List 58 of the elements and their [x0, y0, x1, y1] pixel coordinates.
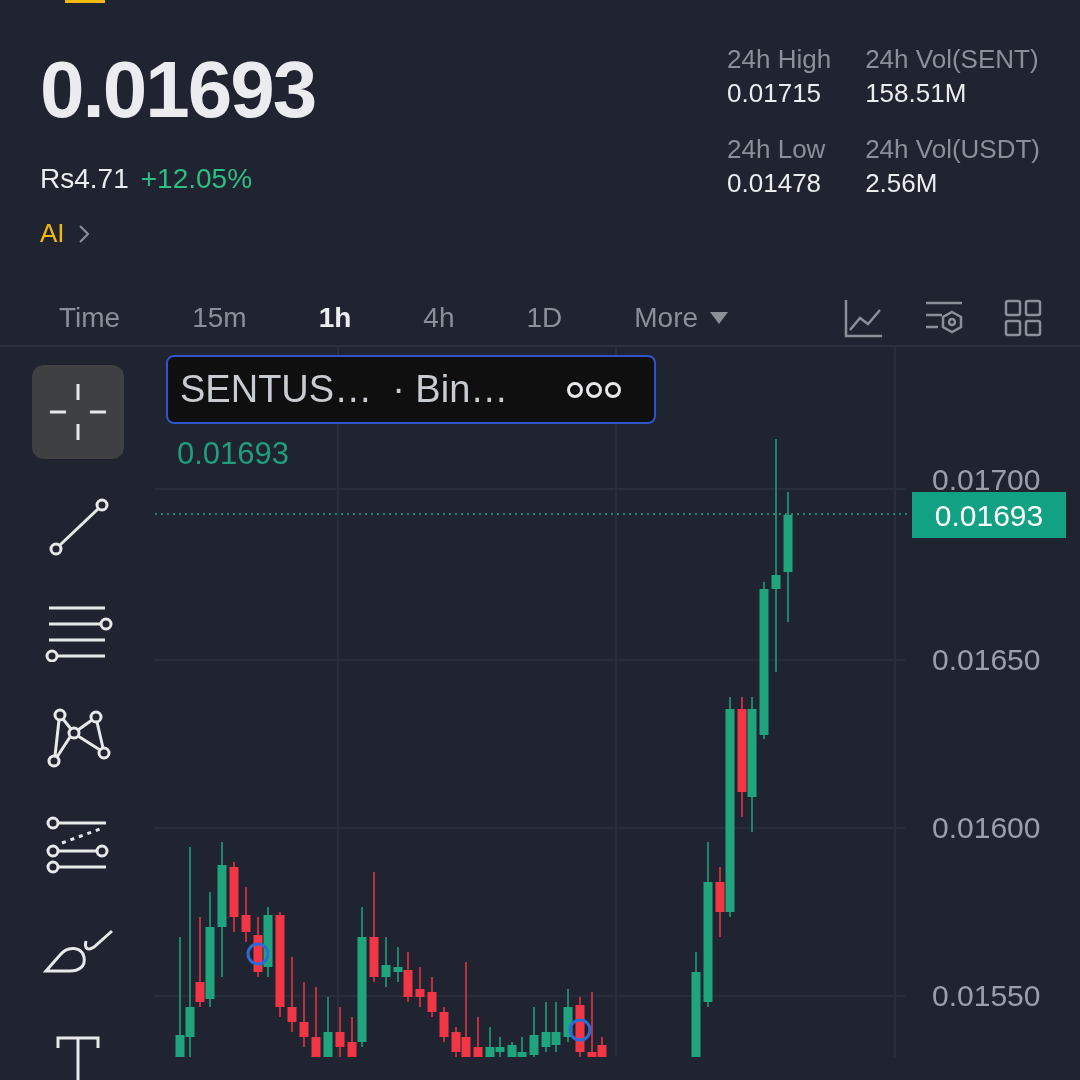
- fiat-price: Rs4.71: [40, 162, 129, 196]
- event-marker-icon[interactable]: [246, 942, 270, 966]
- last-price: 0.01693: [40, 50, 316, 130]
- stat-label: 24h Vol(USDT): [865, 133, 1040, 166]
- indicator-settings-icon[interactable]: [924, 300, 964, 336]
- interval-tab[interactable]: 1h: [284, 291, 386, 345]
- stat-value: 0.01715: [727, 77, 823, 110]
- tab-indicator: [65, 0, 105, 3]
- candle: [541, 1001, 551, 1053]
- candle: [263, 906, 273, 978]
- interval-tab[interactable]: Time: [24, 291, 155, 345]
- stat-value: 158.51M: [865, 77, 968, 110]
- candle: [229, 861, 239, 933]
- candle: [393, 946, 403, 983]
- candle: [403, 951, 413, 1003]
- text-tool-icon: [55, 1034, 100, 1080]
- candle: [299, 981, 309, 1048]
- interval-tab[interactable]: 1D: [492, 291, 597, 345]
- legend-exchange: · Bin…: [392, 367, 510, 412]
- chevron-right-icon: [78, 224, 89, 243]
- candle: [323, 996, 333, 1057]
- candle: [427, 976, 437, 1018]
- candle: [253, 916, 263, 978]
- candle: [529, 1006, 539, 1057]
- candle: [241, 886, 251, 943]
- candle: [473, 1016, 483, 1057]
- candle: [517, 1036, 527, 1057]
- legend-price: 0.01693: [177, 435, 290, 473]
- drawing-tool-button[interactable]: [31, 365, 124, 459]
- candle: [507, 1041, 517, 1057]
- candle: [563, 988, 573, 1043]
- stat-label: 24h Vol(SENT): [865, 43, 1040, 76]
- price-change: +12.05%: [140, 162, 253, 196]
- current-price-tag: 0.01693: [912, 492, 1066, 538]
- candle: [311, 986, 321, 1057]
- legend-symbol: SENTUS…: [180, 367, 373, 412]
- y-axis-label: 0.01650: [932, 643, 1041, 677]
- caret-down-icon: [710, 312, 729, 324]
- event-marker-icon[interactable]: [568, 1018, 592, 1042]
- ai-link[interactable]: AI: [40, 214, 316, 253]
- candle: [575, 996, 585, 1057]
- stat-value: 2.56M: [865, 167, 939, 200]
- more-dropdown[interactable]: More: [600, 291, 763, 345]
- candle: [551, 1001, 561, 1053]
- candle: [439, 1006, 449, 1043]
- stat-value: 0.01478: [727, 167, 823, 200]
- more-icon[interactable]: [566, 380, 622, 399]
- candle: [381, 936, 391, 988]
- candle: [335, 1006, 345, 1057]
- y-axis-label: 0.01550: [932, 979, 1041, 1013]
- y-axis-label: 0.01600: [932, 811, 1041, 845]
- stat-label: 24h High: [727, 43, 832, 76]
- line-chart-icon[interactable]: [844, 298, 884, 338]
- interval-tab[interactable]: 4h: [389, 291, 489, 345]
- grid-layout-icon[interactable]: [1004, 299, 1042, 337]
- stat-label: 24h Low: [727, 133, 827, 166]
- candle: [415, 966, 425, 1008]
- interval-tab[interactable]: 15m: [158, 291, 281, 345]
